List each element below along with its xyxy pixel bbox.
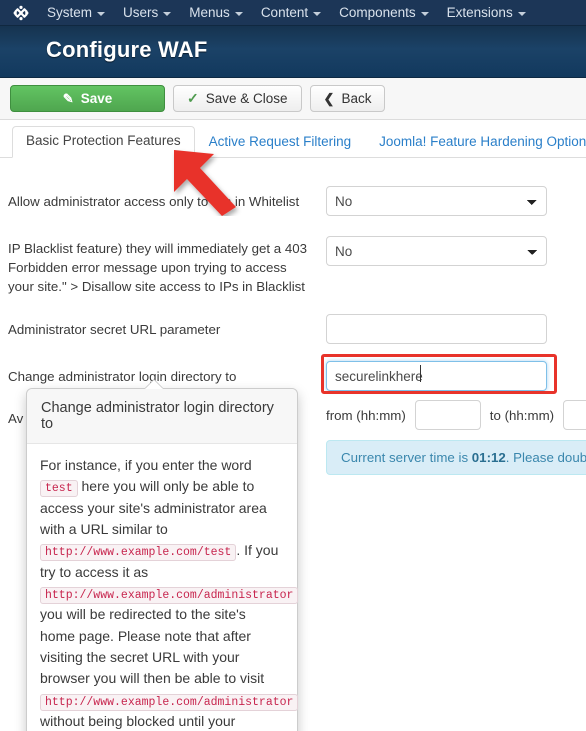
save-and-close-button[interactable]: ✓ Save & Close [173, 85, 302, 112]
menu-item-system[interactable]: System [38, 0, 114, 26]
save-and-close-button-label: Save & Close [205, 91, 288, 106]
tab-strip: Basic Protection Features Active Request… [0, 120, 586, 158]
menu-item-label: Users [123, 4, 159, 20]
page-header: Configure WAF [0, 26, 586, 78]
alert-text-suffix: . Please doub [505, 450, 586, 465]
popover-body: For instance, if you enter the word test… [27, 444, 299, 731]
whitelist-field: No [326, 186, 547, 216]
save-button[interactable]: ✎ Save [10, 85, 165, 112]
whitelist-select[interactable]: No [326, 186, 547, 216]
chevron-left-icon: ❮ [323, 90, 335, 106]
joomla-logo-icon[interactable] [12, 4, 30, 22]
time-to-label: to (hh:mm) [489, 407, 555, 423]
admin-login-directory-input[interactable] [326, 361, 547, 391]
text-cursor [420, 365, 421, 382]
time-to-input[interactable] [563, 400, 586, 430]
popover-code-example-test-url: http://www.example.com/test [40, 544, 237, 562]
alert-text-prefix: Current server time is [341, 450, 472, 465]
menu-item-menus[interactable]: Menus [180, 0, 252, 26]
help-popover: Change administrator login directory to … [26, 379, 299, 731]
tab-joomla-feature-hardening-options[interactable]: Joomla! Feature Hardening Options [365, 127, 586, 158]
blacklist-label: IP Blacklist feature) they will immediat… [8, 241, 308, 294]
chevron-down-icon [163, 11, 172, 16]
chevron-down-icon [420, 11, 429, 16]
form-row-blacklist: IP Blacklist feature) they will immediat… [0, 236, 586, 302]
admin-login-directory-field [326, 361, 547, 391]
checkmark-icon: ✓ [187, 90, 199, 106]
chevron-down-icon [313, 11, 322, 16]
menu-item-content[interactable]: Content [252, 0, 330, 26]
popover-title: Change administrator login directory to [27, 389, 297, 444]
time-from-input[interactable] [414, 400, 481, 430]
page-title: Configure WAF [46, 37, 208, 62]
blacklist-field: No [326, 236, 547, 266]
tab-label: Active Request Filtering [208, 134, 352, 150]
blacklist-select[interactable]: No [326, 236, 547, 266]
red-arrow-pointing-up-left [170, 148, 260, 221]
chevron-down-icon [517, 11, 526, 16]
popover-arrow-icon [145, 380, 163, 389]
tab-basic-protection-features[interactable]: Basic Protection Features [12, 126, 195, 158]
back-button[interactable]: ❮ Back [309, 85, 386, 112]
time-from-label: from (hh:mm) [326, 407, 406, 423]
server-time-alert: Current server time is 01:12. Please dou… [326, 440, 586, 475]
popover-text-1: For instance, if you enter the word [40, 457, 252, 473]
toolbar: ✎ Save ✓ Save & Close ❮ Back [0, 78, 586, 120]
menu-item-components[interactable]: Components [330, 0, 438, 26]
popover-code-administrator-url-1: http://www.example.com/administrator [40, 587, 299, 604]
menu-item-label: Extensions [446, 4, 513, 20]
back-button-label: Back [341, 91, 372, 106]
secret-url-parameter-label: Administrator secret URL parameter [8, 322, 221, 337]
secret-url-parameter-field [326, 314, 547, 344]
pencil-square-icon: ✎ [62, 91, 74, 106]
tab-label: Joomla! Feature Hardening Options [379, 134, 586, 150]
tab-label: Basic Protection Features [26, 133, 181, 149]
menu-item-label: System [47, 4, 93, 20]
chevron-down-icon [234, 11, 243, 16]
alert-server-time: 01:12 [471, 450, 506, 465]
secret-url-parameter-input[interactable] [326, 314, 547, 344]
menu-item-label: Content [260, 4, 309, 20]
form-row-secret-url-parameter: Administrator secret URL parameter [0, 314, 586, 358]
chevron-down-icon [97, 11, 106, 16]
popover-text-5: without being blocked until your session… [40, 713, 236, 729]
admin-menu-bar: System Users Menus Content Components Ex… [0, 0, 586, 26]
menu-item-users[interactable]: Users [114, 0, 180, 26]
menu-item-label: Components [339, 4, 416, 20]
whitelist-label: Allow administrator access only to IPs i… [8, 194, 300, 209]
joomla-admin-page: System Users Menus Content Components Ex… [0, 0, 586, 731]
popover-code-test: test [40, 480, 78, 498]
form-row-whitelist: Allow administrator access only to IPs i… [0, 186, 586, 230]
availability-time-range: from (hh:mm) to (hh:mm) [326, 400, 586, 430]
popover-text-4: you will be redirected to the site's hom… [40, 606, 265, 687]
menu-item-label: Menus [189, 4, 230, 20]
save-button-label: Save [80, 91, 113, 106]
menu-item-extensions[interactable]: Extensions [438, 0, 535, 26]
popover-code-administrator-url-2: http://www.example.com/administrator [40, 693, 299, 711]
